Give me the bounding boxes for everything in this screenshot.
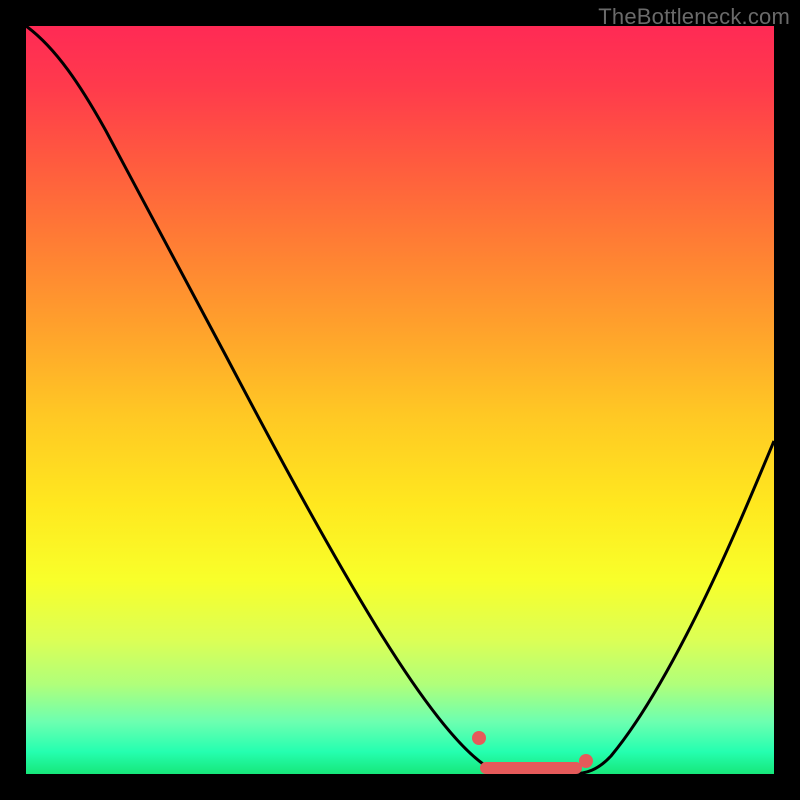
chart-frame: TheBottleneck.com — [0, 0, 800, 800]
chart-svg — [26, 26, 774, 774]
highlight-point-right — [579, 754, 593, 768]
plot-area — [26, 26, 774, 774]
highlight-point-left — [472, 731, 486, 745]
watermark-text: TheBottleneck.com — [598, 4, 790, 30]
bottleneck-curve — [26, 26, 774, 774]
